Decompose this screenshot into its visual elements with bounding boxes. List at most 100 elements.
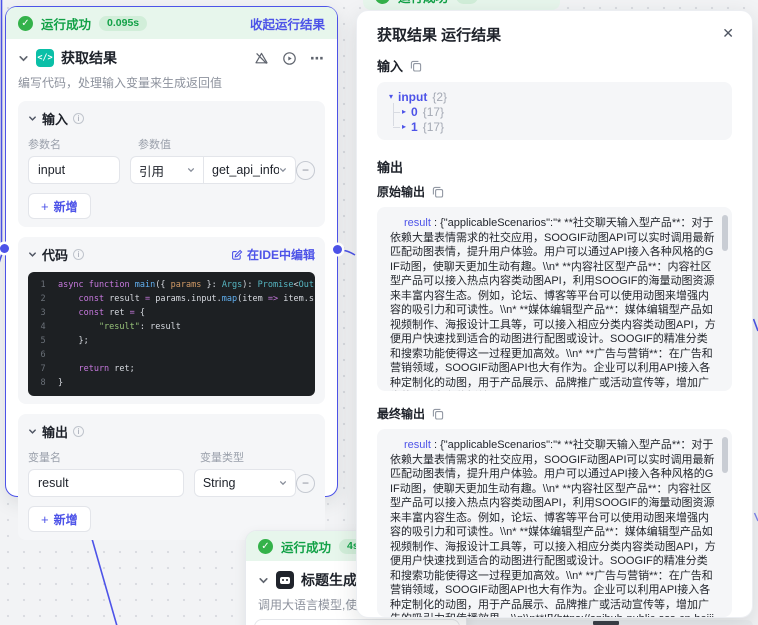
code-line: const ret = { bbox=[58, 306, 315, 320]
panel-input-label: 输入 bbox=[377, 56, 403, 75]
tree-expand-icon[interactable]: ▾ bbox=[389, 93, 393, 101]
llm-node-field-fragment bbox=[254, 619, 460, 625]
input-json-tree: ▾ input {2} ▸ 0 {17} ▸ 1 {17} bbox=[377, 82, 732, 140]
tree-collapse-icon[interactable]: ▸ bbox=[402, 123, 406, 131]
tree-count: {17} bbox=[423, 120, 444, 134]
chevron-down-icon[interactable] bbox=[258, 575, 269, 586]
run-status-label: 运行成功 bbox=[41, 14, 91, 33]
run-result-panel: 获取结果 运行结果 ✕ 输入 ▾ input {2} ▸ 0 {17} ▸ 1 … bbox=[356, 10, 753, 618]
raw-output-text: {"applicableScenarios":"* **社交聊天输入型产品**：… bbox=[390, 217, 716, 391]
run-duration-badge bbox=[456, 0, 478, 4]
info-icon: i bbox=[73, 249, 84, 260]
line-number: 3 bbox=[28, 306, 58, 320]
line-number: 6 bbox=[28, 348, 58, 362]
edit-in-ide-label: 在IDE中编辑 bbox=[247, 246, 315, 263]
result-separator: : bbox=[431, 217, 440, 229]
result-separator: : bbox=[431, 439, 440, 451]
add-param-label: 新增 bbox=[54, 198, 78, 215]
llm-node-icon bbox=[276, 571, 294, 589]
chevron-down-icon bbox=[279, 166, 287, 174]
input-section-title: 输入 bbox=[42, 109, 68, 128]
result-key: result bbox=[404, 439, 431, 451]
var-type-label: 变量类型 bbox=[200, 449, 244, 465]
info-icon: i bbox=[73, 426, 84, 437]
param-name-input[interactable]: input bbox=[28, 156, 120, 184]
tree-node-0[interactable]: ▸ 0 {17} bbox=[389, 104, 720, 119]
scrollbar-thumb[interactable] bbox=[722, 215, 728, 251]
var-name-input[interactable]: result bbox=[28, 469, 184, 497]
value-mode-value: 引用 bbox=[139, 161, 164, 180]
tree-node-input[interactable]: ▾ input {2} bbox=[389, 89, 720, 104]
scrollbar-thumb[interactable] bbox=[722, 437, 728, 473]
success-check-icon: ✓ bbox=[258, 539, 273, 554]
plus-icon: + bbox=[41, 199, 49, 214]
value-reference-select[interactable]: get_api_info bbox=[204, 156, 296, 184]
add-param-button[interactable]: + 新增 bbox=[28, 193, 91, 219]
run-status-label: 运行成功 bbox=[398, 0, 448, 6]
run-duration-badge: 0.095s bbox=[99, 16, 147, 31]
tree-key: 1 bbox=[411, 120, 418, 134]
node-title: 标题生成 bbox=[301, 570, 357, 590]
output-section-title: 输出 bbox=[42, 422, 68, 441]
chevron-down-icon[interactable] bbox=[28, 250, 37, 259]
code-line: async function main({ params }: Args): P… bbox=[58, 278, 315, 292]
copy-icon[interactable] bbox=[432, 408, 444, 420]
code-node[interactable]: ✓ 运行成功 0.095s 收起运行结果 </> 获取结果 ⋯ 编写代码，处理输… bbox=[5, 6, 338, 497]
code-line: } bbox=[58, 376, 315, 390]
panel-output-label: 输出 bbox=[377, 157, 403, 176]
add-output-button[interactable]: + 新增 bbox=[28, 506, 91, 532]
tree-collapse-icon[interactable]: ▸ bbox=[402, 108, 406, 116]
code-line bbox=[58, 348, 315, 362]
remove-param-button[interactable]: − bbox=[296, 161, 315, 180]
chevron-down-icon[interactable] bbox=[28, 427, 37, 436]
raw-output-box[interactable]: result : {"applicableScenarios":"* **社交聊… bbox=[377, 207, 732, 391]
input-section: 输入 i 参数名 参数值 input 引用 get_api_info bbox=[18, 101, 325, 227]
copy-icon[interactable] bbox=[410, 60, 422, 72]
chevron-down-icon bbox=[187, 166, 195, 174]
var-type-select[interactable]: String bbox=[194, 469, 296, 497]
ignore-exception-icon[interactable] bbox=[254, 51, 269, 66]
output-section: 输出 i 变量名 变量类型 result String − + 新增 bbox=[18, 414, 325, 540]
line-number: 2 bbox=[28, 292, 58, 306]
code-section-title: 代码 bbox=[42, 245, 68, 264]
run-success-banner: ✓ 运行成功 0.095s 收起运行结果 bbox=[6, 7, 337, 39]
panel-title: 获取结果 运行结果 bbox=[377, 24, 732, 46]
tree-node-1[interactable]: ▸ 1 {17} bbox=[389, 119, 720, 134]
code-line: }; bbox=[58, 334, 315, 348]
plus-icon: + bbox=[41, 512, 49, 527]
line-number: 4 bbox=[28, 320, 58, 334]
code-editor[interactable]: 1async function main({ params }: Args): … bbox=[28, 272, 315, 396]
tree-key: input bbox=[398, 90, 427, 104]
edit-pencil-icon bbox=[231, 249, 243, 261]
node-input-port[interactable] bbox=[0, 244, 9, 253]
value-mode-select[interactable]: 引用 bbox=[130, 156, 204, 184]
raw-output-label: 原始输出 bbox=[377, 183, 425, 200]
line-number: 1 bbox=[28, 278, 58, 292]
collapse-run-results-link[interactable]: 收起运行结果 bbox=[250, 14, 325, 33]
hidden-node-top-fragment: ✓ 运行成功 bbox=[363, 0, 560, 10]
code-line: const result = params.input.map(item => … bbox=[58, 292, 315, 306]
success-check-icon: ✓ bbox=[18, 16, 33, 31]
chevron-down-icon[interactable] bbox=[18, 53, 29, 64]
code-node-icon: </> bbox=[36, 49, 54, 67]
edit-in-ide-link[interactable]: 在IDE中编辑 bbox=[231, 246, 315, 263]
code-line: "result": result bbox=[58, 320, 315, 334]
remove-output-button[interactable]: − bbox=[296, 474, 315, 493]
workflow-canvas[interactable]: { "colors": { "primary": "#4d53e8", "suc… bbox=[0, 0, 758, 625]
chevron-down-icon[interactable] bbox=[28, 114, 37, 123]
more-options-icon[interactable]: ⋯ bbox=[310, 53, 325, 63]
success-check-icon: ✓ bbox=[375, 0, 390, 4]
node-output-port[interactable] bbox=[333, 245, 342, 254]
node-title: 获取结果 bbox=[61, 48, 117, 68]
code-section: 代码 i 在IDE中编辑 1async function main({ para… bbox=[18, 237, 325, 404]
final-output-text: {"applicableScenarios":"* **社交聊天输入型产品**：… bbox=[390, 439, 716, 617]
info-icon: i bbox=[73, 113, 84, 124]
param-value-label: 参数值 bbox=[138, 136, 171, 152]
test-run-icon[interactable] bbox=[282, 51, 297, 66]
tree-count: {17} bbox=[423, 105, 444, 119]
close-icon[interactable]: ✕ bbox=[722, 26, 734, 40]
copy-icon[interactable] bbox=[432, 186, 444, 198]
final-output-box[interactable]: result : {"applicableScenarios":"* **社交聊… bbox=[377, 429, 732, 617]
result-key: result bbox=[404, 217, 431, 229]
final-output-label: 最终输出 bbox=[377, 405, 425, 422]
